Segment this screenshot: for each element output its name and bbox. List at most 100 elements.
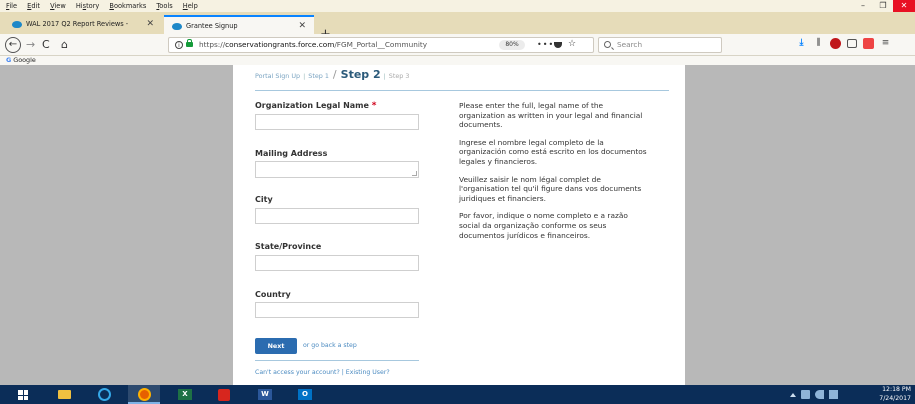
go-back-link[interactable]: or go back a step	[303, 342, 357, 349]
volume-icon[interactable]	[815, 390, 824, 399]
tab-close-icon[interactable]: ✕	[146, 15, 154, 34]
resize-handle-icon[interactable]	[412, 171, 417, 176]
taskbar-file-explorer[interactable]	[48, 385, 80, 404]
forward-button[interactable]: →	[26, 37, 35, 53]
acrobat-icon	[218, 389, 230, 401]
mailing-address-textarea[interactable]	[255, 161, 419, 178]
start-button[interactable]	[8, 385, 40, 404]
menu-bookmarks[interactable]: Bookmarks	[109, 0, 146, 12]
help-text: Please enter the full, legal name of the…	[459, 101, 651, 248]
close-window-button[interactable]: ✕	[893, 0, 915, 12]
library-icon[interactable]: ⫼	[813, 38, 824, 49]
excel-icon: X	[178, 389, 192, 400]
help-text-fr: Veuillez saisir le nom légal complet de …	[459, 174, 642, 203]
network-icon[interactable]	[801, 390, 810, 399]
taskbar-acrobat[interactable]	[208, 385, 240, 404]
home-button[interactable]: ⌂	[61, 37, 68, 53]
tab-title: Grantee Signup	[186, 22, 238, 30]
outlook-icon: O	[298, 389, 312, 400]
help-text-en: Please enter the full, legal name of the…	[459, 101, 643, 130]
hamburger-menu-icon[interactable]: ≡	[880, 38, 891, 49]
reload-button[interactable]: C	[42, 37, 50, 53]
org-legal-name-label: Organization Legal Name *	[255, 101, 377, 111]
toolbar-icons: ⤓ ⫼ ≡	[796, 38, 891, 52]
existing-user-link[interactable]: Existing User?	[346, 369, 390, 376]
folder-icon	[58, 390, 71, 399]
menu-history[interactable]: History	[76, 0, 99, 12]
download-icon[interactable]: ⤓	[796, 38, 807, 49]
back-button[interactable]: ←	[5, 37, 21, 53]
maximize-button[interactable]: ❐	[873, 0, 893, 12]
tab-wal-report[interactable]: WAL 2017 Q2 Report Reviews - ✕	[4, 15, 162, 34]
signup-panel: Portal Sign Up | Step 1/Step 2 | Step 3 Orga…	[233, 65, 685, 385]
reader-view-icon[interactable]	[847, 39, 857, 48]
minimize-button[interactable]: –	[853, 0, 873, 12]
show-hidden-icons-icon[interactable]	[790, 393, 796, 397]
city-input[interactable]	[255, 208, 419, 224]
google-icon: G	[6, 56, 12, 64]
footer-separator: |	[341, 369, 344, 376]
state-province-input[interactable]	[255, 255, 419, 271]
internet-explorer-icon	[98, 388, 111, 401]
menu-view[interactable]: View	[50, 0, 66, 12]
state-province-label: State/Province	[255, 242, 322, 251]
taskbar-word[interactable]: W	[248, 385, 280, 404]
salesforce-favicon-icon	[172, 23, 182, 30]
org-legal-name-input[interactable]	[255, 114, 419, 130]
windows-logo-icon	[18, 390, 28, 400]
word-icon: W	[258, 389, 272, 400]
search-placeholder: Search	[617, 40, 643, 49]
tab-strip: WAL 2017 Q2 Report Reviews - ✕ Grantee S…	[0, 12, 915, 42]
help-text-es: Ingrese el nombre legal completo de la o…	[459, 137, 647, 166]
site-info-icon[interactable]: i	[175, 41, 183, 49]
bookmark-google[interactable]: G Google	[0, 56, 36, 64]
menu-edit[interactable]: Edit	[27, 0, 40, 12]
salesforce-favicon-icon	[12, 21, 22, 28]
url-bar[interactable]: i https://conservationgrants.force.com/F…	[168, 37, 594, 53]
footer-links: Can't access your account? | Existing Us…	[255, 369, 425, 377]
taskbar-excel[interactable]: X	[168, 385, 200, 404]
url-text[interactable]: https://conservationgrants.force.com/FGM…	[199, 38, 517, 52]
system-tray	[790, 388, 838, 401]
step-breadcrumb: Portal Sign Up | Step 1/Step 2 | Step 3	[255, 68, 410, 81]
tab-grantee-signup[interactable]: Grantee Signup ✕	[164, 15, 314, 34]
bookmark-star-icon[interactable]: ☆	[568, 37, 576, 51]
taskbar-outlook[interactable]: O	[288, 385, 320, 404]
next-button[interactable]: Next	[255, 338, 297, 354]
search-input[interactable]: Search	[598, 37, 722, 53]
menu-help[interactable]: Help	[183, 0, 198, 12]
help-text-pt: Por favor, indique o nome completo e a r…	[459, 211, 628, 240]
step-3: Step 3	[388, 72, 410, 80]
footer-divider	[255, 360, 419, 361]
taskbar-internet-explorer[interactable]	[88, 385, 120, 404]
clock-time: 12:18 PM	[882, 386, 911, 393]
section-divider	[255, 90, 669, 91]
zoom-level-badge[interactable]: 80%	[499, 40, 525, 50]
step-1[interactable]: Step 1	[308, 72, 329, 80]
lock-icon	[186, 39, 193, 47]
menu-bar: File Edit View History Bookmarks Tools H…	[0, 0, 915, 12]
clock-date: 7/24/2017	[879, 394, 911, 402]
nav-bar: ← → C ⌂ i https://conservationgrants.for…	[0, 34, 915, 56]
extension-icon[interactable]	[863, 38, 874, 49]
bookmarks-bar: G Google	[0, 56, 915, 65]
page-actions-icon[interactable]: •••	[537, 38, 554, 52]
taskbar-firefox[interactable]	[128, 385, 160, 404]
step-portal-sign-up[interactable]: Portal Sign Up	[255, 72, 300, 80]
pocket-icon[interactable]	[554, 42, 562, 48]
firefox-icon	[138, 388, 151, 401]
windows-taskbar: X W O 12:18 PM 7/24/2017	[0, 385, 915, 404]
system-clock[interactable]: 12:18 PM 7/24/2017	[857, 386, 911, 403]
city-label: City	[255, 195, 273, 204]
country-label: Country	[255, 290, 291, 299]
battery-icon[interactable]	[829, 390, 838, 399]
cant-access-link[interactable]: Can't access your account?	[255, 369, 340, 376]
menu-file[interactable]: File	[6, 0, 17, 12]
window-controls: – ❐ ✕	[853, 0, 915, 12]
country-input[interactable]	[255, 302, 419, 318]
mailing-address-label: Mailing Address	[255, 149, 328, 158]
tab-title: WAL 2017 Q2 Report Reviews -	[26, 20, 129, 28]
step-2-current: Step 2	[340, 68, 381, 81]
ublock-icon[interactable]	[830, 38, 841, 49]
menu-tools[interactable]: Tools	[156, 0, 172, 12]
